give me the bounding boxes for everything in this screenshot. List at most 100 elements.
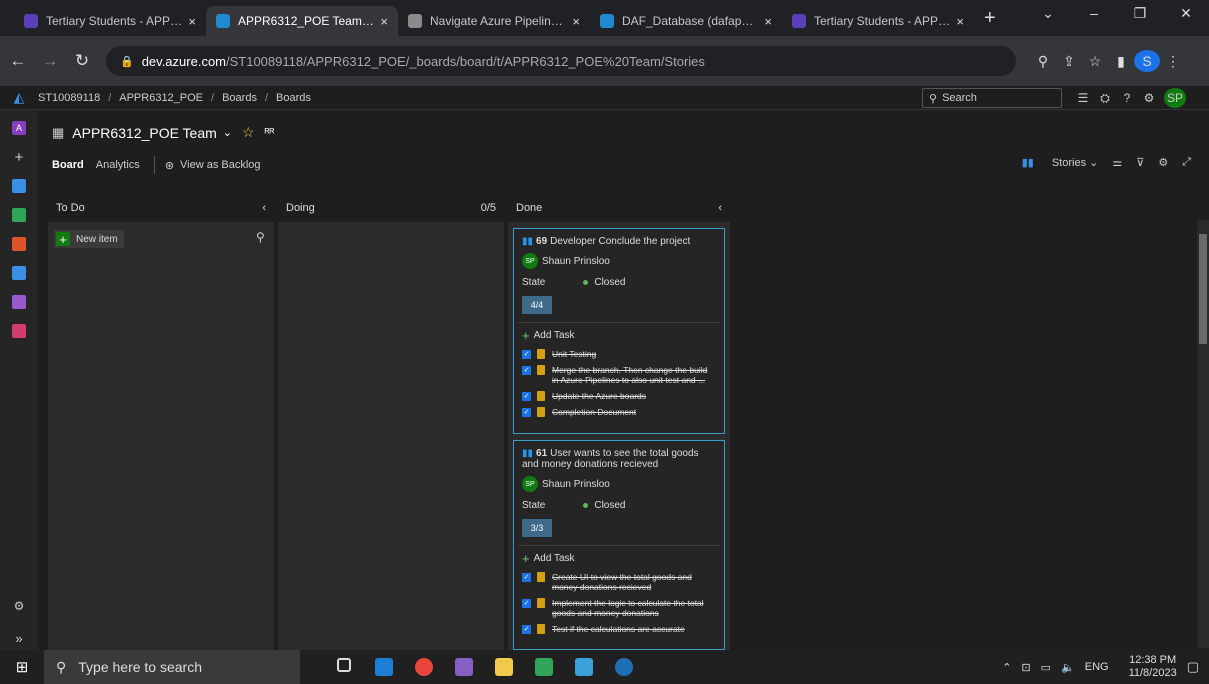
fullscreen-icon[interactable]: ⤢ [1182, 156, 1191, 169]
column-options-icon[interactable]: ⚌ [1112, 156, 1122, 169]
project-app-icon[interactable] [524, 658, 564, 676]
restore-icon[interactable]: ❐ [1117, 0, 1163, 30]
tab-search-icon[interactable]: ⌄ [1025, 0, 1071, 30]
menu-kebab-icon[interactable]: ⋮ [1160, 53, 1186, 70]
nav-boards[interactable] [0, 203, 38, 227]
browser-tab-active[interactable]: APPR6312_POE Team Stories × [206, 6, 398, 36]
breadcrumb-boards[interactable]: Boards [222, 92, 257, 104]
tab-analytics[interactable]: Analytics [96, 159, 140, 171]
card-title[interactable]: User wants to see the total goods and mo… [522, 448, 699, 470]
new-item-button[interactable]: + New item [54, 230, 124, 248]
child-task[interactable]: ✓ Update the Azure boards [514, 391, 724, 401]
close-window-icon[interactable]: ✕ [1163, 0, 1209, 30]
windows-start-icon[interactable]: ⊞ [0, 658, 44, 676]
browser-tab[interactable]: Navigate Azure Pipelines in × [398, 6, 590, 36]
notifications-icon[interactable]: ▢ [1187, 659, 1199, 675]
collapse-column-icon[interactable]: ‹ [262, 202, 266, 214]
scrollbar-thumb[interactable] [1199, 234, 1207, 344]
checkbox-checked-icon[interactable]: ✓ [522, 392, 531, 401]
browser-tab[interactable]: DAF_Database (dafappserve × [590, 6, 782, 36]
tab-close-icon[interactable]: × [764, 14, 772, 29]
add-task-button[interactable]: + Add Task [514, 323, 724, 343]
tab-close-icon[interactable]: × [188, 14, 196, 29]
breadcrumb-boards-page[interactable]: Boards [276, 92, 311, 104]
add-task-button[interactable]: + Add Task [514, 546, 724, 566]
user-avatar[interactable]: SP [1164, 88, 1186, 108]
tab-close-icon[interactable]: × [380, 14, 388, 29]
side-panel-icon[interactable]: ▮ [1108, 53, 1134, 70]
task-view-icon[interactable] [324, 658, 364, 676]
nav-overview[interactable] [0, 174, 38, 198]
url-input[interactable]: 🔒 dev.azure.com /ST10089118/APPR6312_POE… [106, 46, 1016, 76]
language-indicator[interactable]: ENG [1085, 661, 1109, 673]
task-progress-badge[interactable]: 3/3 [522, 519, 552, 537]
checkbox-checked-icon[interactable]: ✓ [522, 408, 531, 417]
settings-gear-icon[interactable]: ⚙ [1158, 156, 1168, 169]
clock[interactable]: 12:38 PM 11/8/2023 [1119, 654, 1177, 680]
display-icon[interactable]: ▭ [1041, 661, 1051, 674]
search-input[interactable]: ⚲ Search [922, 88, 1062, 108]
taskbar-search-input[interactable]: ⚲ Type here to search [44, 650, 300, 684]
breadcrumb-project[interactable]: APPR6312_POE [119, 92, 203, 104]
child-task[interactable]: ✓ Create UI to view the total goods and m… [514, 572, 724, 592]
card-title[interactable]: Developer Conclude the project [550, 236, 690, 247]
child-task[interactable]: ✓ Test if the calculations are accurate [514, 624, 724, 634]
work-item-card[interactable]: ▮▮ 69 Developer Conclude the project SP Sh… [513, 228, 725, 434]
backlog-level-selector[interactable]: ▮▮ Stories ⌄ [1008, 156, 1099, 169]
reload-icon[interactable]: ↻ [68, 51, 96, 71]
work-item-card[interactable]: ▮▮ 61 User wants to see the total goods an… [513, 440, 725, 650]
nav-expand[interactable]: » [0, 626, 38, 650]
nav-test-plans[interactable] [0, 290, 38, 314]
nav-repos[interactable] [0, 232, 38, 256]
notepad-icon[interactable] [564, 658, 604, 676]
sql-tool-icon[interactable] [604, 658, 644, 676]
board-scrollbar[interactable] [1197, 220, 1209, 648]
mail-icon[interactable] [364, 658, 404, 676]
task-progress-badge[interactable]: 4/4 [522, 296, 552, 314]
work-items-list-icon[interactable]: ☰ [1072, 91, 1094, 105]
tab-close-icon[interactable]: × [572, 14, 580, 29]
file-explorer-icon[interactable] [484, 658, 524, 676]
child-task[interactable]: ✓ Merge the branch. Then change the build… [514, 365, 724, 385]
user-settings-icon[interactable]: ⚙ [1138, 91, 1160, 105]
chevron-down-icon[interactable]: ⌄ [223, 126, 232, 139]
new-tab-button[interactable]: + [974, 7, 1006, 36]
view-as-backlog-link[interactable]: View as Backlog [180, 159, 261, 171]
volume-icon[interactable]: 🔈 [1061, 661, 1075, 674]
share-icon[interactable]: ⇪ [1056, 53, 1082, 70]
child-task[interactable]: ✓ Completion Document [514, 407, 724, 417]
network-icon[interactable]: ⊡ [1021, 661, 1030, 674]
visual-studio-icon[interactable] [444, 658, 484, 676]
card-assignee[interactable]: SP Shaun Prinsloo [514, 247, 724, 269]
filter-icon[interactable]: ⊽ [1136, 156, 1144, 169]
nav-add[interactable]: + [0, 145, 38, 169]
forward-icon[interactable]: → [36, 51, 64, 71]
tray-expand-icon[interactable]: ⌃ [1002, 661, 1011, 674]
nav-project-settings[interactable]: ⚙ [0, 594, 38, 618]
chrome-icon[interactable] [404, 658, 444, 676]
bookmark-star-icon[interactable]: ☆ [1082, 53, 1108, 70]
minimize-icon[interactable]: – [1071, 0, 1117, 30]
tab-close-icon[interactable]: × [956, 14, 964, 29]
checkbox-checked-icon[interactable]: ✓ [522, 599, 531, 608]
profile-avatar[interactable]: S [1134, 50, 1160, 72]
back-icon[interactable]: ← [4, 51, 32, 71]
collapse-column-icon[interactable]: ‹ [718, 202, 722, 214]
azure-devops-logo-icon[interactable]: ◭ [0, 89, 38, 106]
browser-tab[interactable]: Tertiary Students - APPR631: × [782, 6, 974, 36]
nav-project-avatar[interactable]: A [0, 116, 38, 140]
checkbox-checked-icon[interactable]: ✓ [522, 366, 531, 375]
child-task[interactable]: ✓ Implement the logic to calculate the to… [514, 598, 724, 618]
checkbox-checked-icon[interactable]: ✓ [522, 350, 531, 359]
browser-tab[interactable]: Tertiary Students - APPR631: × [14, 6, 206, 36]
marketplace-bag-icon[interactable]: ⛭ [1094, 91, 1116, 106]
state-value[interactable]: Closed [583, 500, 626, 511]
team-name[interactable]: APPR6312_POE Team [72, 125, 217, 141]
help-icon[interactable]: ? [1116, 91, 1138, 105]
zoom-icon[interactable]: ⚲ [1030, 53, 1056, 70]
tab-board[interactable]: Board [52, 159, 84, 171]
breadcrumb-org[interactable]: ST10089118 [38, 92, 100, 104]
team-members-icon[interactable]: ᴿᴿ [265, 127, 275, 139]
checkbox-checked-icon[interactable]: ✓ [522, 625, 531, 634]
child-task[interactable]: ✓ Unit Testing [514, 349, 724, 359]
